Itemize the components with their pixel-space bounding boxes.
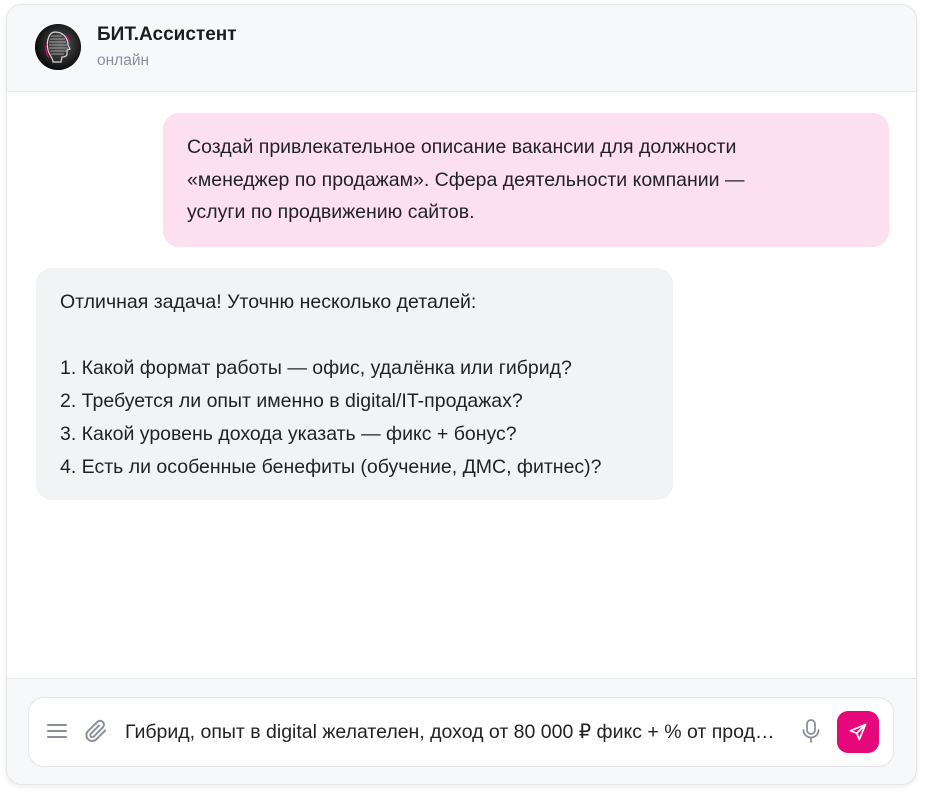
send-icon — [849, 723, 867, 741]
chat-window: БИТ.Ассистент онлайн Создай привлекатель… — [6, 4, 917, 785]
chat-title: БИТ.Ассистент — [97, 24, 237, 45]
attach-button[interactable] — [82, 717, 110, 745]
assistant-question: 4. Есть ли особенные бенефиты (обучение,… — [60, 456, 602, 478]
composer: Гибрид, опыт в digital желателен, доход … — [28, 697, 894, 767]
menu-button[interactable] — [44, 718, 70, 744]
composer-area: Гибрид, опыт в digital желателен, доход … — [7, 678, 916, 784]
menu-icon — [47, 724, 67, 738]
assistant-question: 2. Требуется ли опыт именно в digital/IT… — [60, 390, 523, 412]
microphone-icon — [802, 719, 820, 743]
online-status: онлайн — [97, 52, 150, 69]
assistant-message: Отличная задача! Уточню несколько детале… — [36, 268, 673, 500]
assistant-question: 3. Какой уровень дохода указать — фикс +… — [60, 423, 517, 445]
message-list: Создай привлекательное описание вакансии… — [7, 92, 916, 678]
message-input[interactable]: Гибрид, опыт в digital желателен, доход … — [125, 717, 785, 747]
voice-input-button[interactable] — [798, 717, 824, 745]
paperclip-icon — [85, 719, 107, 743]
chat-header: БИТ.Ассистент онлайн — [7, 5, 916, 92]
assistant-question: 1. Какой формат работы — офис, удалёнка … — [60, 357, 572, 379]
user-message-line: услуги по продвижению сайтов. — [187, 201, 475, 223]
user-message-line: Создай привлекательное описание вакансии… — [187, 136, 737, 158]
send-button[interactable] — [837, 711, 879, 753]
user-message: Создай привлекательное описание вакансии… — [163, 113, 889, 247]
assistant-intro: Отличная задача! Уточню несколько детале… — [60, 291, 477, 313]
user-message-line: «менеджер по продажам». Сфера деятельнос… — [187, 168, 745, 191]
avatar — [35, 24, 81, 70]
assistant-face-icon — [35, 24, 81, 70]
